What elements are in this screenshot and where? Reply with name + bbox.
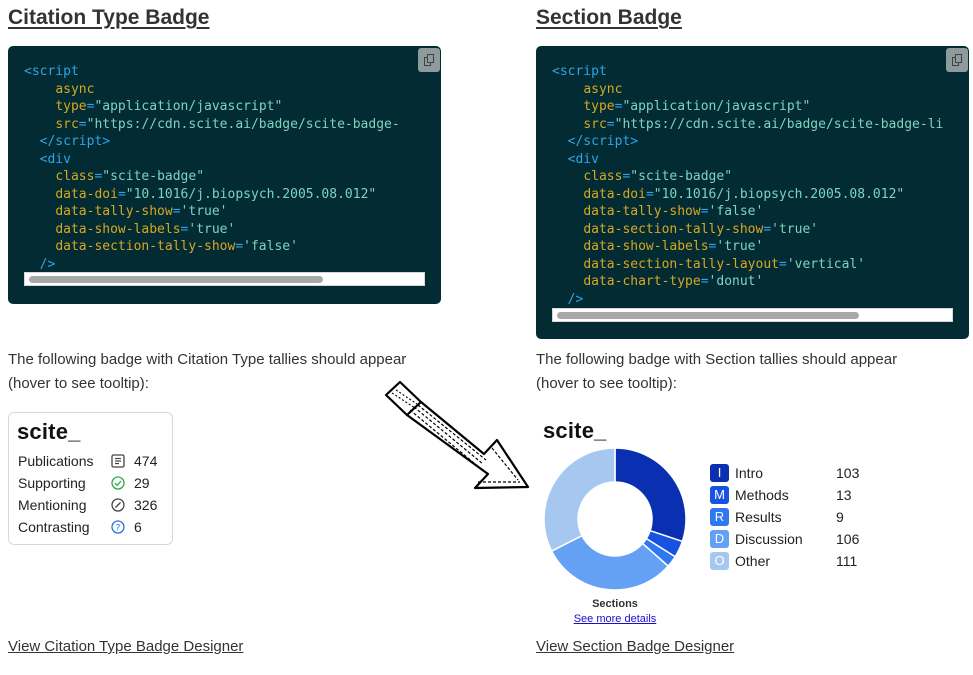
badge-row-mentioning[interactable]: Mentioning 326 <box>18 495 168 515</box>
svg-text:?: ? <box>116 523 121 533</box>
horizontal-scrollbar[interactable] <box>24 272 425 286</box>
section-code-block: <script async type="application/javascri… <box>536 46 969 339</box>
document-icon <box>111 454 125 468</box>
code-snippet: <script async type="application/javascri… <box>552 64 944 307</box>
scrollbar-thumb[interactable] <box>557 312 859 319</box>
discussion-swatch: D <box>710 530 729 548</box>
donut-slice-intro[interactable] <box>614 447 687 543</box>
see-more-details-link[interactable]: See more details <box>560 613 670 625</box>
copy-button[interactable] <box>418 48 440 72</box>
citation-type-badge[interactable]: scite_ Publications 474 Supporting 29 Me… <box>8 412 173 545</box>
scite-logo: scite_ <box>17 419 81 444</box>
horizontal-scrollbar[interactable] <box>552 308 953 322</box>
intro-swatch: I <box>710 464 729 482</box>
other-swatch: O <box>710 552 729 570</box>
sections-label: Sections <box>592 598 638 610</box>
citation-type-badge-title: Citation Type Badge <box>8 6 210 29</box>
methods-swatch: M <box>710 486 729 504</box>
section-description: The following badge with Section tallies… <box>536 351 898 392</box>
citation-type-code-block: <script async type="application/javascri… <box>8 46 441 304</box>
mention-circle-icon <box>111 498 125 512</box>
check-circle-icon <box>111 476 125 490</box>
donut-slice-other[interactable] <box>543 447 616 553</box>
question-circle-icon: ? <box>111 520 125 534</box>
badge-row-supporting[interactable]: Supporting 29 <box>18 473 168 493</box>
citation-type-designer-link[interactable]: View Citation Type Badge Designer <box>8 638 243 655</box>
scrollbar-thumb[interactable] <box>29 276 323 283</box>
badge-row-publications[interactable]: Publications 474 <box>18 451 168 471</box>
section-designer-link[interactable]: View Section Badge Designer <box>536 638 734 655</box>
scite-logo: scite_ <box>543 418 607 443</box>
copy-button[interactable] <box>946 48 968 72</box>
badge-row-contrasting[interactable]: Contrasting ? 6 <box>18 517 168 537</box>
sections-donut-chart[interactable] <box>543 447 687 591</box>
hand-drawn-arrow-icon <box>384 380 530 490</box>
results-swatch: R <box>710 508 729 526</box>
section-badge-title: Section Badge <box>536 6 682 29</box>
code-snippet: <script async type="application/javascri… <box>24 64 400 272</box>
citation-type-description: The following badge with Citation Type t… <box>8 351 407 392</box>
